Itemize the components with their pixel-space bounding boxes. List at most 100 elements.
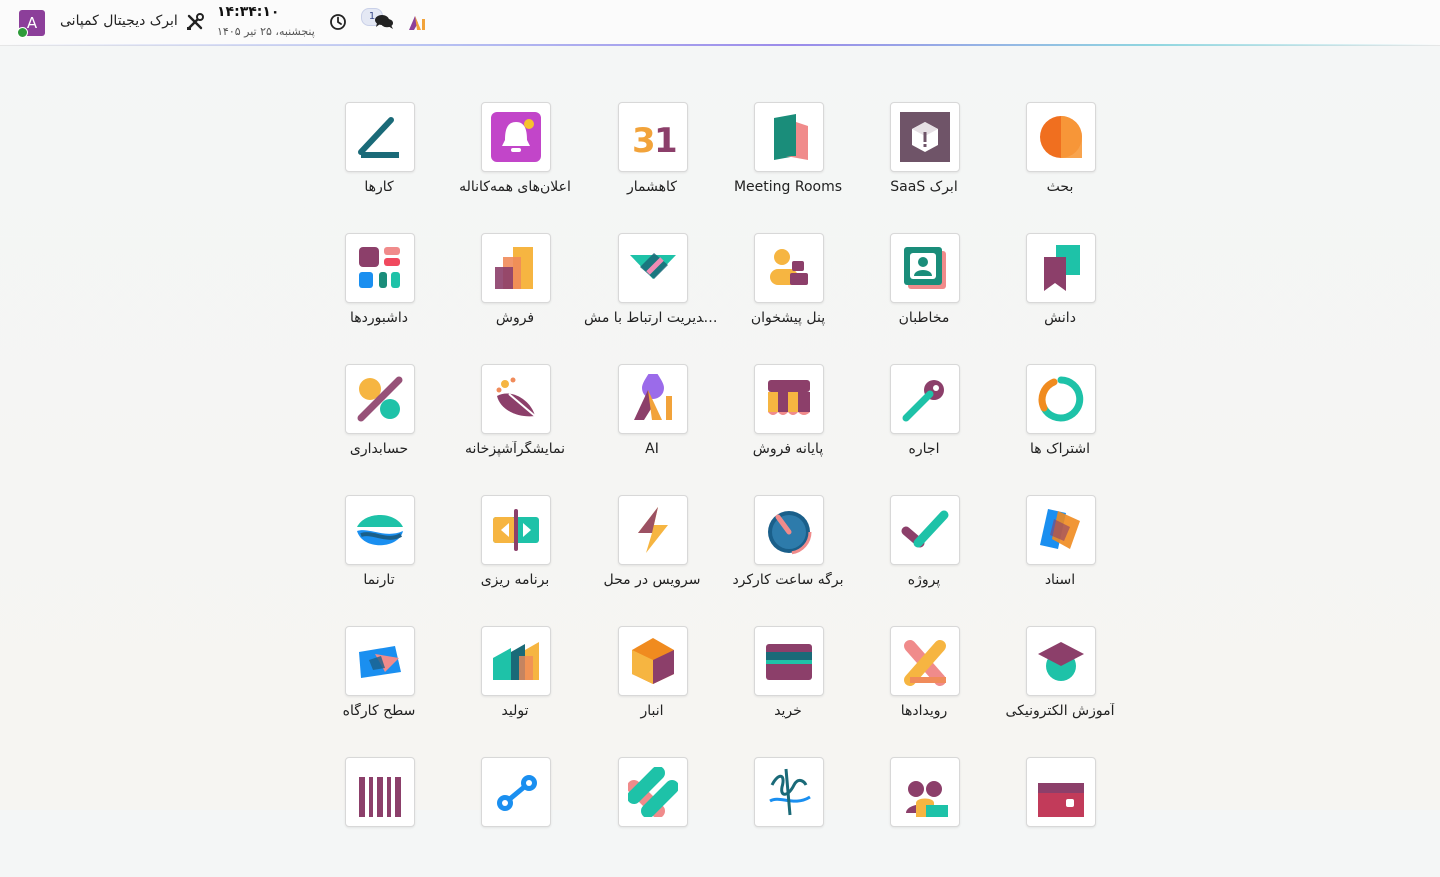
- app-crm[interactable]: مدیریت ارتباط با مش...: [584, 233, 720, 353]
- app-label: اشتراک ها: [1029, 441, 1091, 457]
- app-frontdesk[interactable]: پنل پیشخوان: [720, 233, 856, 353]
- app-label: پنل پیشخوان: [750, 310, 826, 326]
- app-tile[interactable]: [618, 757, 688, 827]
- app-meeting-rooms[interactable]: Meeting Rooms: [720, 102, 856, 222]
- app-shop-floor[interactable]: سطح کارگاه: [311, 626, 447, 746]
- shop-floor-icon: [359, 646, 401, 678]
- accounting-icon: [357, 376, 403, 422]
- crm-icon: [630, 253, 676, 279]
- app-tile[interactable]: [345, 233, 415, 303]
- app-manufacturing[interactable]: تولید: [447, 626, 583, 746]
- app-website[interactable]: تارنما: [311, 495, 447, 615]
- app-tile[interactable]: [618, 495, 688, 565]
- app-ai-app[interactable]: AI: [584, 364, 720, 484]
- app-barcode[interactable]: [992, 757, 1128, 877]
- app-dashboards[interactable]: داشبوردها: [311, 233, 447, 353]
- app-events[interactable]: رویدادها: [856, 626, 992, 746]
- app-label: برگه ساعت کارکرد: [732, 572, 844, 588]
- app-planning[interactable]: برنامه ریزی: [447, 495, 583, 615]
- app-todo[interactable]: کارها: [311, 102, 447, 222]
- app-label: خرید: [774, 703, 802, 719]
- app-tile[interactable]: [345, 364, 415, 434]
- app-sales[interactable]: فروش: [447, 233, 583, 353]
- app-tile[interactable]: [1026, 364, 1096, 434]
- app-tile[interactable]: [1026, 102, 1096, 172]
- app-label: نمایشگرآشپزخانه: [465, 441, 565, 457]
- app-tile[interactable]: [754, 495, 824, 565]
- app-tile[interactable]: [345, 626, 415, 696]
- app-knowledge[interactable]: دانش: [992, 233, 1128, 353]
- app-tile[interactable]: [890, 757, 960, 827]
- app-label: اسناد: [1044, 572, 1076, 588]
- app-tile[interactable]: [1026, 626, 1096, 696]
- app-documents[interactable]: اسناد: [992, 495, 1128, 615]
- app-label: انبار: [640, 703, 664, 719]
- app-timesheets[interactable]: برگه ساعت کارکرد: [720, 495, 856, 615]
- app-tile[interactable]: [345, 102, 415, 172]
- app-pos[interactable]: پایانه فروش: [720, 364, 856, 484]
- app-field-service[interactable]: سرویس در محل: [584, 495, 720, 615]
- app-tile[interactable]: [890, 233, 960, 303]
- app-contacts[interactable]: مخاطبان: [856, 233, 992, 353]
- app-tile[interactable]: [754, 102, 824, 172]
- app-rental[interactable]: اجاره: [856, 364, 992, 484]
- app-tile[interactable]: [754, 757, 824, 827]
- app-accounting[interactable]: حسابداری: [311, 364, 447, 484]
- app-tile[interactable]: [481, 757, 551, 827]
- app-notification[interactable]: اعلان‌های همه‌کاناله: [447, 102, 583, 222]
- app-label: سرویس در محل: [603, 572, 701, 588]
- app-elearning[interactable]: آموزش الکترونیکی: [992, 626, 1128, 746]
- app-tile[interactable]: [481, 364, 551, 434]
- app-tile[interactable]: [754, 233, 824, 303]
- calendar-icon: 31: [632, 121, 678, 161]
- app-calendar[interactable]: 3 1 کاهشمار: [584, 102, 720, 222]
- app-tile[interactable]: [754, 626, 824, 696]
- app-label: AI: [645, 441, 659, 457]
- app-tile[interactable]: [890, 495, 960, 565]
- app-tile[interactable]: [481, 626, 551, 696]
- app-tile[interactable]: [618, 364, 688, 434]
- app-expenses[interactable]: [311, 757, 447, 877]
- app-subscriptions[interactable]: اشتراک ها: [992, 364, 1128, 484]
- elearning-icon: [1038, 642, 1084, 681]
- app-kitchen-display[interactable]: نمایشگرآشپزخانه: [447, 364, 583, 484]
- app-workflow[interactable]: [856, 757, 992, 877]
- svg-text:1: 1: [654, 121, 678, 161]
- app-label: کارها: [364, 179, 394, 195]
- app-label: پروژه: [907, 572, 941, 588]
- dashboards-icon: [359, 247, 400, 288]
- website-icon: [357, 515, 403, 546]
- app-label: SaaS ابرک: [890, 179, 958, 195]
- app-tile[interactable]: [1026, 233, 1096, 303]
- app-tile[interactable]: [1026, 757, 1096, 827]
- app-label: رویدادها: [900, 703, 948, 719]
- app-label: مخاطبان: [898, 310, 950, 326]
- app-tile[interactable]: [481, 233, 551, 303]
- app-tile[interactable]: [890, 102, 960, 172]
- app-inventory[interactable]: انبار: [584, 626, 720, 746]
- app-tile[interactable]: [1026, 495, 1096, 565]
- app-tile[interactable]: [345, 757, 415, 827]
- app-label: سطح کارگاه: [342, 703, 416, 719]
- app-repairs[interactable]: [720, 757, 856, 877]
- app-label: کاهشمار: [627, 179, 677, 195]
- app-saas[interactable]: SaaS ابرک: [856, 102, 992, 222]
- app-employees[interactable]: [447, 757, 583, 877]
- app-tile[interactable]: [618, 626, 688, 696]
- app-sign[interactable]: [584, 757, 720, 877]
- app-tile[interactable]: [618, 233, 688, 303]
- app-tile[interactable]: [754, 364, 824, 434]
- app-tile[interactable]: [890, 364, 960, 434]
- app-tile[interactable]: [481, 495, 551, 565]
- app-discuss[interactable]: بحث: [992, 102, 1128, 222]
- app-tile[interactable]: 31: [618, 102, 688, 172]
- app-project[interactable]: پروژه: [856, 495, 992, 615]
- app-label: Meeting Rooms: [733, 179, 843, 195]
- app-label: بحث: [1046, 179, 1074, 195]
- app-tile[interactable]: [890, 626, 960, 696]
- app-tile[interactable]: [345, 495, 415, 565]
- app-tile[interactable]: [481, 102, 551, 172]
- app-purchase[interactable]: خرید: [720, 626, 856, 746]
- app-label: برنامه ریزی: [480, 572, 550, 588]
- frontdesk-icon: [770, 249, 808, 285]
